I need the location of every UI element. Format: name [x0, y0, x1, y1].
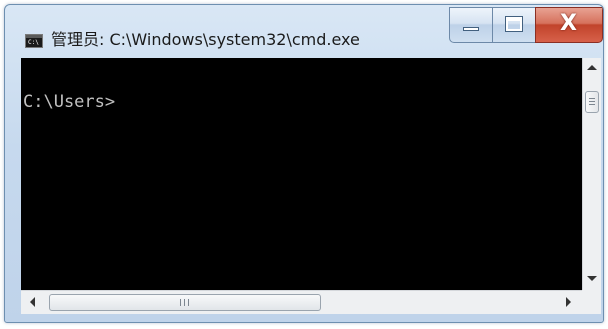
resize-grip[interactable]	[582, 290, 601, 314]
command-prompt-line: C:\Users>	[23, 92, 116, 112]
arrow-left-icon[interactable]	[30, 297, 35, 307]
minimize-icon	[463, 27, 479, 31]
close-button[interactable]: X	[535, 7, 603, 43]
arrow-down-icon[interactable]	[587, 276, 597, 281]
scroll-grip-line	[188, 299, 189, 306]
window-title: 管理员: C:\Windows\system32\cmd.exe	[51, 30, 360, 49]
arrow-up-icon[interactable]	[587, 65, 597, 70]
command-prompt-icon[interactable]: C:\	[25, 34, 43, 48]
arrow-right-icon[interactable]	[566, 297, 571, 307]
scroll-grip-line	[589, 104, 595, 105]
scroll-grip-line	[589, 98, 595, 99]
horizontal-scrollbar[interactable]	[21, 290, 582, 314]
console-output-area[interactable]: C:\Users>	[21, 58, 582, 290]
maximize-button[interactable]	[492, 7, 536, 43]
title-bar[interactable]: C:\ 管理员: C:\Windows\system32\cmd.exe X	[5, 5, 603, 57]
vertical-scrollbar[interactable]	[582, 58, 601, 290]
vertical-scroll-thumb[interactable]	[585, 91, 599, 113]
minimize-button[interactable]	[449, 7, 493, 43]
scroll-grip-line	[589, 101, 595, 102]
app-icon-text: C:\	[28, 39, 39, 46]
maximize-icon	[505, 16, 523, 32]
horizontal-scroll-thumb[interactable]	[49, 294, 321, 311]
close-icon: X	[560, 11, 577, 36]
scroll-grip-line	[180, 299, 181, 306]
cmd-window: C:\ 管理员: C:\Windows\system32\cmd.exe X C…	[4, 4, 604, 323]
scroll-grip-line	[184, 299, 185, 306]
app-icon-titlebar-strip	[26, 35, 42, 38]
